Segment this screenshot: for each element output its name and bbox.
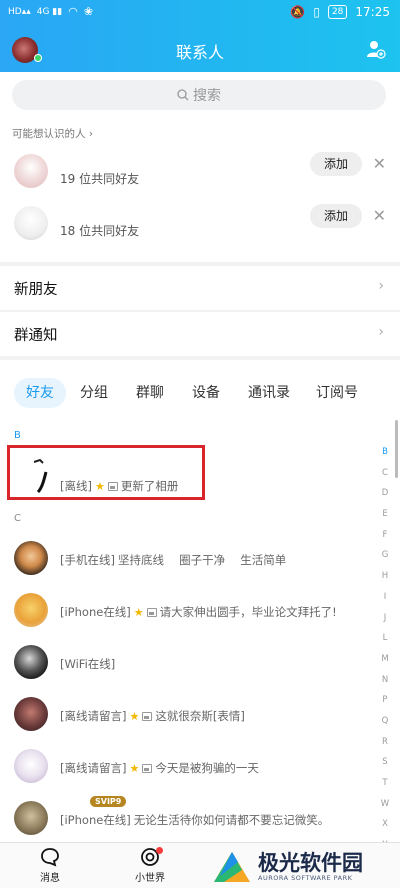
tab-address-book[interactable]: 通讯录 xyxy=(248,378,290,408)
image-icon xyxy=(142,711,153,721)
index-letter[interactable]: M xyxy=(379,649,391,670)
avatar xyxy=(14,749,48,783)
watermark-logo: 极光软件园 AURORA SOFTWARE PARK xyxy=(212,850,392,884)
vibrate-icon: ▯ xyxy=(313,5,320,19)
mutual-friends: 18 位共同好友 xyxy=(60,224,140,238)
index-letter[interactable]: C xyxy=(379,463,391,484)
mutual-friends: 19 位共同好友 xyxy=(60,172,140,186)
search-icon xyxy=(177,89,189,101)
index-letter[interactable]: G xyxy=(379,545,391,566)
add-button[interactable]: 添加 xyxy=(310,204,362,228)
tab-groups[interactable]: 分组 xyxy=(80,378,108,408)
section-letter: B xyxy=(14,430,21,441)
tab-group-chats[interactable]: 群聊 xyxy=(136,378,164,408)
index-letter[interactable]: P xyxy=(379,690,391,711)
index-letter[interactable]: Q xyxy=(379,711,391,732)
add-friend-icon[interactable] xyxy=(366,39,386,59)
nav-label: 新朋友 xyxy=(14,282,58,298)
title-bar: 联系人 xyxy=(0,34,400,64)
star-icon: ★ xyxy=(133,605,144,619)
contact-row[interactable]: [手机在线] 坚持底线 圈子干净 生活简单 xyxy=(0,536,380,588)
suggestion-row[interactable]: 19 位共同好友 添加 ✕ xyxy=(0,148,400,200)
contact-status: [手机在线] 坚持底线 圈子干净 生活简单 xyxy=(60,553,287,567)
tab-subscriptions[interactable]: 订阅号 xyxy=(316,378,358,408)
message-icon xyxy=(41,848,59,867)
index-letter[interactable]: E xyxy=(379,504,391,525)
avatar xyxy=(14,801,48,835)
star-icon: ★ xyxy=(129,761,140,775)
chevron-right-icon: › xyxy=(378,324,384,340)
network-icon: HD▴▴ xyxy=(8,6,31,17)
chevron-right-icon: › xyxy=(88,128,94,140)
status-bar: HD▴▴ 4G ▮▮ ◠ ❀ 🔕 ▯ 28 17:25 xyxy=(0,0,400,26)
wechat-icon: ❀ xyxy=(83,5,94,18)
aurora-logo-icon xyxy=(214,852,250,882)
nav-messages[interactable]: 消息 xyxy=(20,847,80,884)
notification-badge xyxy=(156,847,163,854)
alphabet-index[interactable]: B C D E F G H I J L M N P Q R S T W X Y … xyxy=(379,442,391,888)
avatar xyxy=(14,206,48,240)
clock: 17:25 xyxy=(355,5,390,19)
index-letter[interactable]: D xyxy=(379,483,391,504)
contact-tabs: 好友 分组 群聊 设备 通讯录 订阅号 xyxy=(14,378,394,408)
contact-row[interactable]: [离线请留言] ★ 今天是被狗骗的一天 xyxy=(0,744,380,796)
index-letter[interactable]: F xyxy=(379,525,391,546)
group-notice-row[interactable]: 群通知 › xyxy=(0,312,400,356)
contact-status: [WiFi在线] xyxy=(60,657,116,671)
nav-label: 群通知 xyxy=(14,328,58,344)
chevron-right-icon: › xyxy=(378,278,384,294)
add-button[interactable]: 添加 xyxy=(310,152,362,176)
tab-devices[interactable]: 设备 xyxy=(192,378,220,408)
battery-icon: 28 xyxy=(327,5,348,19)
close-icon[interactable]: ✕ xyxy=(373,154,386,173)
tab-friends[interactable]: 好友 xyxy=(14,378,66,408)
svip-badge: SVIP9 xyxy=(90,796,127,807)
index-letter[interactable]: L xyxy=(379,628,391,649)
contact-row[interactable]: [iPhone在线] ★ 请大家伸出圆手，毕业论文拜托了! xyxy=(0,588,380,640)
avatar xyxy=(14,645,48,679)
index-letter[interactable]: J xyxy=(379,608,391,629)
search-input[interactable]: 搜索 xyxy=(12,80,386,110)
index-letter[interactable]: R xyxy=(379,732,391,753)
contact-status: [iPhone在线] 无论生活待你如何请都不要忘记微笑。 xyxy=(60,813,330,827)
highlight-box xyxy=(7,445,205,500)
nav-small-world[interactable]: 小世界 xyxy=(120,847,180,884)
image-icon xyxy=(146,607,157,617)
wifi-icon: ◠ xyxy=(68,5,78,18)
index-letter[interactable]: B xyxy=(379,442,391,463)
suggestion-row[interactable]: 18 位共同好友 添加 ✕ xyxy=(0,200,400,252)
image-icon xyxy=(142,763,153,773)
contact-row[interactable]: [WiFi在线] xyxy=(0,640,380,692)
header-bar: HD▴▴ 4G ▮▮ ◠ ❀ 🔕 ▯ 28 17:25 联系人 xyxy=(0,0,400,72)
signal-icon: 4G ▮▮ xyxy=(36,6,63,17)
avatar xyxy=(14,154,48,188)
avatar xyxy=(14,697,48,731)
contact-row[interactable]: SVIP9 [iPhone在线] 无论生活待你如何请都不要忘记微笑。 xyxy=(0,796,380,848)
may-know-heading[interactable]: 可能想认识的人 › xyxy=(12,126,93,141)
scrollbar[interactable] xyxy=(395,420,398,478)
avatar xyxy=(14,593,48,627)
contact-status: [离线请留言] ★ 今天是被狗骗的一天 xyxy=(60,761,259,775)
index-letter[interactable]: T xyxy=(379,773,391,794)
search-placeholder: 搜索 xyxy=(193,88,221,104)
index-letter[interactable]: S xyxy=(379,752,391,773)
new-friends-row[interactable]: 新朋友 › xyxy=(0,266,400,310)
contact-status: [iPhone在线] ★ 请大家伸出圆手，毕业论文拜托了! xyxy=(60,605,337,619)
index-letter[interactable]: I xyxy=(379,587,391,608)
avatar xyxy=(14,541,48,575)
index-letter[interactable]: H xyxy=(379,566,391,587)
section-letter: C xyxy=(14,513,21,524)
page-title: 联系人 xyxy=(175,43,224,62)
mute-icon: 🔕 xyxy=(290,5,306,19)
index-letter[interactable]: X xyxy=(379,814,391,835)
index-letter[interactable]: N xyxy=(379,670,391,691)
star-icon: ★ xyxy=(129,709,140,723)
contact-row[interactable]: [离线请留言] ★ 这就很奈斯[表情] xyxy=(0,692,380,744)
close-icon[interactable]: ✕ xyxy=(373,206,386,225)
contact-status: [离线请留言] ★ 这就很奈斯[表情] xyxy=(60,709,245,723)
index-letter[interactable]: W xyxy=(379,794,391,815)
